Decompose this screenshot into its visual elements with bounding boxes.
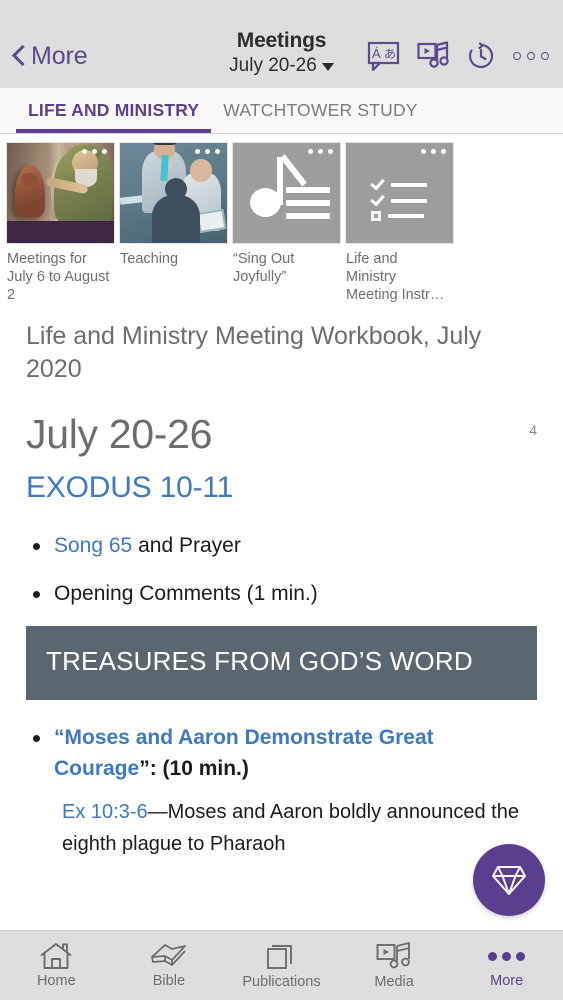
overflow-dot [527, 52, 535, 60]
article-content: Life and Ministry Meeting Workbook, July… [0, 304, 563, 930]
overflow-dots-icon [488, 942, 526, 970]
media-icon [376, 942, 411, 969]
card-thumbnail[interactable] [345, 142, 454, 244]
card-thumbnail[interactable] [6, 142, 115, 244]
bottom-nav-media[interactable]: Media [338, 931, 451, 1000]
overflow-dots-icon[interactable] [421, 149, 446, 154]
svg-text:あ: あ [384, 47, 396, 61]
bottom-nav-label: Home [36, 973, 76, 989]
tab-label: LIFE AND MINISTRY [28, 100, 200, 120]
bottom-nav-home[interactable]: Home [0, 931, 113, 1000]
history-icon[interactable] [466, 41, 496, 71]
bottom-nav-bible[interactable]: Bible [113, 931, 226, 1000]
overflow-dots-icon[interactable] [308, 149, 333, 154]
back-button[interactable]: More [12, 42, 88, 71]
app-screen: More Meetings July 20-26 Á あ LIFE AND MI… [0, 0, 563, 1000]
moses-cobra-illustration [7, 143, 114, 243]
tab-watchtower-study[interactable]: WATCHTOWER STUDY [211, 88, 429, 133]
list-item-text: and Prayer [132, 534, 241, 557]
publication-title: Life and Ministry Meeting Workbook, July… [26, 322, 482, 383]
overflow-dot [541, 52, 549, 60]
quote-close: ” [139, 757, 150, 780]
publication-carousel[interactable]: Meetings for July 6 to August 2 Teaching [0, 134, 563, 304]
date-heading-row: July 20-26 4 [26, 408, 537, 460]
tab-bar: LIFE AND MINISTRY WATCHTOWER STUDY [0, 88, 563, 134]
tab-life-and-ministry[interactable]: LIFE AND MINISTRY [16, 88, 212, 133]
date-selector[interactable]: July 20-26 [229, 54, 334, 78]
song-link[interactable]: Song 65 [54, 534, 132, 557]
svg-text:Á: Á [372, 46, 381, 61]
navigation-bar: More Meetings July 20-26 Á あ [0, 24, 563, 88]
card-caption: Life and Ministry Meeting Instr… [346, 251, 445, 303]
bottom-nav-label: Media [374, 974, 414, 990]
date-heading: July 20-26 [26, 411, 213, 457]
language-icon[interactable]: Á あ [367, 41, 400, 71]
bottom-nav-label: More [490, 973, 524, 989]
scripture-reference-link[interactable]: Ex 10:3-6 [62, 801, 148, 823]
bottom-nav-more[interactable]: More [450, 931, 563, 1000]
teaching-illustration [120, 143, 227, 243]
overflow-dots-icon[interactable] [82, 149, 107, 154]
card-thumbnail[interactable] [119, 142, 228, 244]
stacked-pages-icon [267, 945, 293, 969]
list-item-text: Opening Comments (1 min.) [54, 582, 318, 605]
quote-open: “ [54, 726, 65, 749]
carousel-card[interactable]: Life and Ministry Meeting Instr… [345, 142, 454, 304]
carousel-card[interactable]: “Sing Out Joyfully” [232, 142, 341, 304]
list-item: Opening Comments (1 min.) [26, 578, 537, 610]
treasures-item: “Moses and Aaron Demonstrate Great Coura… [26, 722, 537, 784]
treasures-headline: “Moses and Aaron Demonstrate Great Coura… [33, 722, 537, 784]
bottom-nav-publications[interactable]: Publications [225, 931, 338, 1000]
back-button-label: More [31, 41, 88, 70]
music-note-icon [233, 143, 340, 243]
chevron-left-icon [12, 43, 27, 69]
card-caption: “Sing Out Joyfully” [233, 251, 295, 285]
bottom-nav-label: Bible [152, 973, 186, 989]
date-selector-label: July 20-26 [229, 55, 317, 76]
carousel-card[interactable]: Meetings for July 6 to August 2 [6, 142, 115, 304]
book-icon [150, 944, 186, 966]
card-caption: Meetings for July 6 to August 2 [7, 251, 110, 303]
card-thumbnail[interactable] [232, 142, 341, 244]
bottom-navigation-bar: Home Bible Publications Media More [0, 930, 563, 1000]
treasures-duration: : (10 min.) [149, 757, 249, 780]
checklist-icon [346, 143, 453, 243]
bottom-nav-label: Publications [242, 974, 321, 990]
section-banner: TREASURES FROM GOD’S WORD [26, 626, 537, 700]
home-icon [40, 943, 72, 969]
card-caption: Teaching [120, 251, 179, 267]
tab-label: WATCHTOWER STUDY [223, 100, 418, 120]
scripture-note: Ex 10:3-6—Moses and Aaron boldly announc… [26, 796, 537, 860]
overflow-dot [513, 52, 521, 60]
list-item: Song 65 and Prayer [26, 530, 537, 562]
gem-glyph-icon [492, 866, 526, 895]
overflow-dots-icon[interactable] [195, 149, 220, 154]
gem-icon[interactable] [473, 844, 545, 916]
media-icon[interactable] [417, 40, 449, 72]
page-title: Meetings [236, 29, 327, 52]
chevron-down-icon [321, 63, 334, 71]
carousel-card[interactable]: Teaching [119, 142, 228, 304]
page-number: 4 [529, 422, 537, 438]
meeting-items-list: Song 65 and Prayer Opening Comments (1 m… [26, 530, 537, 610]
status-bar [0, 0, 563, 24]
navigation-actions: Á あ [367, 40, 549, 72]
scripture-heading-link[interactable]: EXODUS 10-11 [26, 468, 537, 508]
overflow-menu-icon[interactable] [513, 46, 549, 66]
